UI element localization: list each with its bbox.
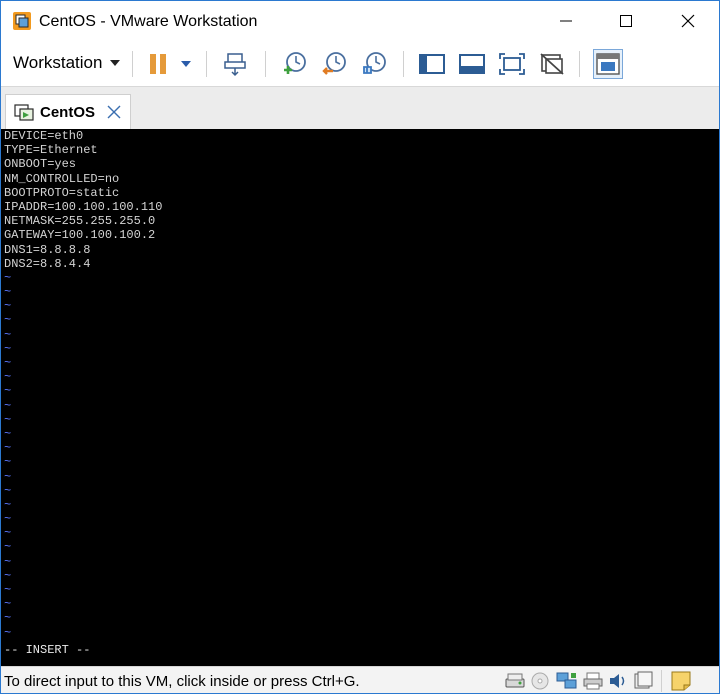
toolbar-divider — [206, 51, 207, 77]
maximize-icon — [620, 15, 632, 27]
status-bar: To direct input to this VM, click inside… — [1, 666, 719, 693]
terminal-line: DNS2=8.8.4.4 — [4, 256, 91, 271]
vim-empty-line-tilde: ~ — [4, 412, 12, 427]
network-adapter-icon[interactable] — [556, 671, 578, 691]
vim-empty-line-tilde: ~ — [4, 313, 12, 328]
maximize-button[interactable] — [603, 1, 649, 41]
vmware-window: CentOS - VMware Workstation Workstation — [0, 0, 720, 694]
toolbar-divider — [265, 51, 266, 77]
send-ctrl-alt-del-icon — [224, 53, 246, 77]
vim-empty-line-tilde: ~ — [4, 341, 12, 356]
console-view-icon — [596, 53, 620, 75]
vm-console[interactable]: DEVICE=eth0 TYPE=Ethernet ONBOOT=yes NM_CON… — [1, 129, 719, 666]
vim-empty-line-tilde: ~ — [4, 540, 12, 555]
vm-icon — [14, 102, 34, 122]
vim-empty-line-tilde: ~ — [4, 398, 12, 413]
sound-card-icon[interactable] — [607, 671, 629, 691]
vim-empty-line-tilde: ~ — [4, 356, 12, 370]
vim-empty-line-tilde: ~ — [4, 285, 12, 300]
vim-empty-line-tilde: ~ — [4, 625, 12, 640]
toolbar: Workstation — [1, 41, 719, 87]
show-thumbnail-bar-icon — [459, 54, 485, 74]
terminal-text: DEVICE=eth0 TYPE=Ethernet ONBOOT=yes NM_CON… — [1, 129, 719, 640]
terminal-line: NETMASK=255.255.255.0 — [4, 214, 156, 229]
vim-empty-line-tilde: ~ — [4, 370, 12, 385]
vim-empty-line-tilde: ~ — [4, 554, 12, 569]
close-button[interactable] — [665, 1, 711, 41]
take-snapshot-button[interactable] — [279, 49, 309, 79]
vim-empty-line-tilde: ~ — [4, 568, 12, 583]
vim-empty-line-tilde: ~ — [4, 497, 12, 512]
tab-centos[interactable]: CentOS — [5, 94, 131, 129]
terminal-line: TYPE=Ethernet — [4, 143, 98, 158]
vim-empty-line-tilde: ~ — [4, 327, 12, 342]
full-screen-button[interactable] — [497, 49, 527, 79]
cd-dvd-icon[interactable] — [529, 671, 551, 691]
vim-mode-line: -- INSERT -- — [4, 643, 91, 657]
revert-snapshot-button[interactable] — [319, 49, 349, 79]
unity-button[interactable] — [537, 49, 567, 79]
terminal-line: DEVICE=eth0 — [4, 129, 84, 143]
terminal-line: BOOTPROTO=static — [4, 185, 120, 200]
show-library-button[interactable] — [417, 49, 447, 79]
vim-empty-line-tilde: ~ — [4, 469, 12, 484]
minimize-button[interactable] — [543, 1, 589, 41]
vim-empty-line-tilde: ~ — [4, 483, 12, 498]
vim-empty-line-tilde: ~ — [4, 426, 12, 441]
vim-empty-line-tilde: ~ — [4, 384, 12, 399]
terminal-line: ONBOOT=yes — [4, 157, 77, 172]
printer-icon[interactable] — [582, 671, 604, 691]
window-title: CentOS - VMware Workstation — [39, 13, 258, 30]
vim-empty-line-tilde: ~ — [4, 597, 12, 612]
title-bar[interactable]: CentOS - VMware Workstation — [1, 1, 719, 41]
toolbar-divider — [579, 51, 580, 77]
vim-empty-line-tilde: ~ — [4, 611, 12, 626]
power-dropdown-chevron-icon[interactable] — [181, 61, 191, 67]
show-library-icon — [419, 54, 445, 74]
status-message: To direct input to this VM, click inside… — [4, 673, 360, 690]
hard-disk-icon[interactable] — [504, 671, 526, 691]
vim-empty-line-tilde: ~ — [4, 441, 12, 456]
unity-icon — [540, 53, 564, 75]
send-ctrl-alt-del-button[interactable] — [221, 49, 251, 79]
close-icon — [681, 14, 695, 28]
status-divider — [661, 670, 662, 692]
snapshot-manager-icon — [363, 52, 386, 74]
vim-empty-line-tilde: ~ — [4, 270, 12, 285]
vim-empty-line-tilde: ~ — [4, 455, 12, 470]
vim-empty-line-tilde: ~ — [4, 526, 12, 541]
full-screen-icon — [499, 53, 525, 75]
pause-icon — [150, 54, 166, 74]
vim-empty-line-tilde: ~ — [4, 583, 12, 597]
snapshot-take-icon — [284, 52, 306, 74]
terminal-line: IPADDR=100.100.100.110 — [4, 199, 163, 214]
terminal-line: GATEWAY=100.100.100.2 — [4, 228, 156, 243]
snapshot-revert-icon — [322, 52, 346, 75]
workstation-menu-label: Workstation — [13, 53, 103, 72]
close-tab-icon[interactable] — [107, 105, 121, 119]
tab-strip: CentOS — [1, 87, 719, 129]
vim-empty-line-tilde: ~ — [4, 299, 12, 314]
chevron-down-icon — [110, 60, 121, 66]
terminal-line: NM_CONTROLLED=no — [4, 171, 120, 186]
display-icon[interactable] — [632, 671, 654, 691]
tab-label: CentOS — [40, 103, 96, 121]
workstation-menu[interactable]: Workstation — [7, 49, 126, 77]
minimize-icon — [560, 20, 572, 22]
snapshot-manager-button[interactable] — [359, 49, 389, 79]
message-log-icon[interactable] — [669, 670, 693, 692]
show-thumbnail-bar-button[interactable] — [457, 49, 487, 79]
vim-empty-line-tilde: ~ — [4, 512, 12, 527]
console-view-button[interactable] — [593, 49, 623, 79]
pause-button[interactable] — [143, 49, 173, 79]
terminal-line: DNS1=8.8.8.8 — [4, 242, 91, 257]
vmware-app-icon[interactable] — [12, 11, 32, 31]
toolbar-divider — [132, 51, 133, 77]
toolbar-divider — [403, 51, 404, 77]
